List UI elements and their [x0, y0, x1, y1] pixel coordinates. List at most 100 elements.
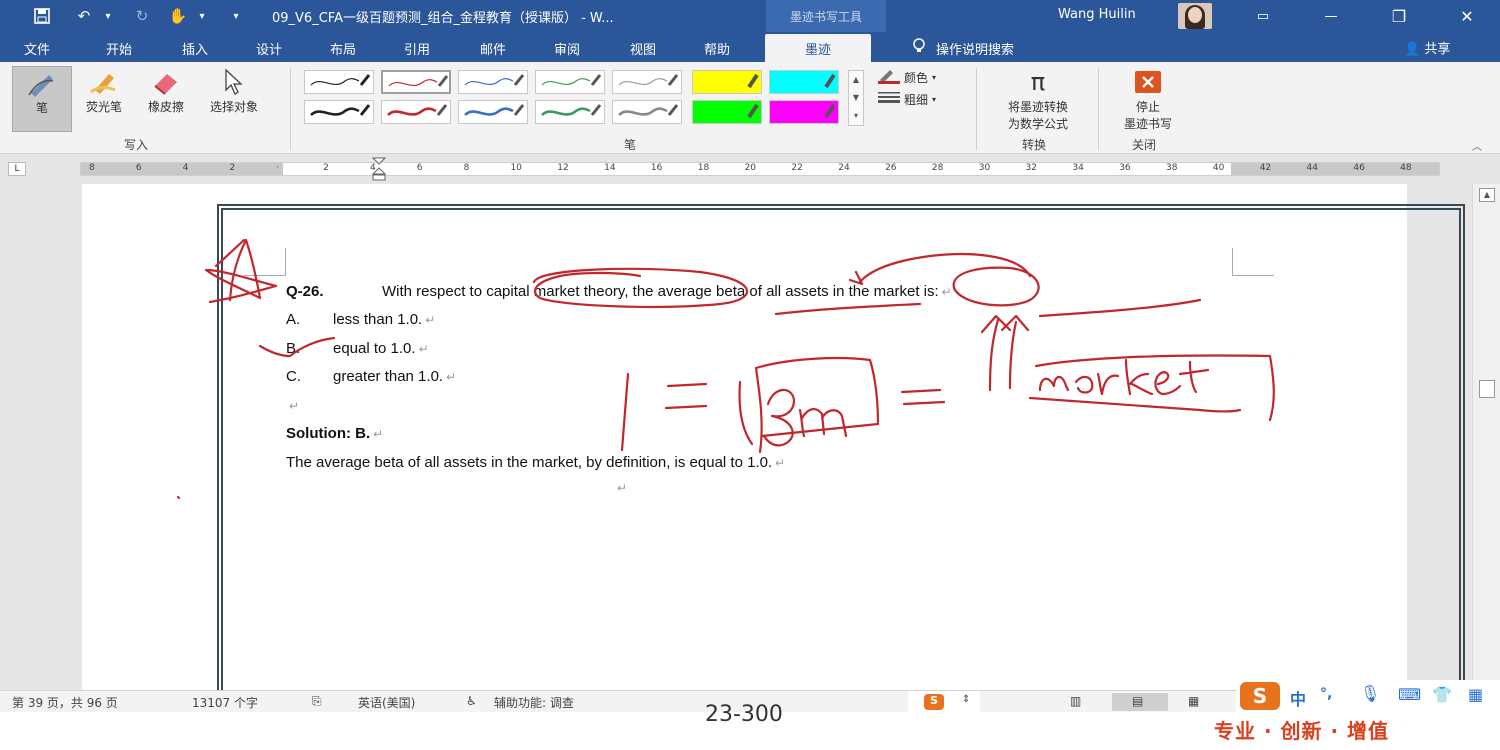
select-objects-button[interactable]: 选择对象: [198, 66, 270, 115]
tab-home[interactable]: 开始: [106, 37, 132, 59]
solution-text-line: The average beta of all assets in the ma…: [286, 454, 785, 471]
highlighter-swatch-yellow[interactable]: [692, 70, 762, 94]
ruler-number: 6: [135, 163, 142, 173]
ink-thickness-button[interactable]: 粗细 ▾: [878, 91, 936, 108]
web-layout-icon[interactable]: ▦: [1188, 694, 1199, 708]
undo-icon[interactable]: ↶: [70, 5, 98, 27]
ruler-number: 14: [604, 163, 616, 173]
highlighter-label: 荧光笔: [85, 100, 122, 114]
ruler-track[interactable]: 8 6 4 2 · 2 4 6 8 10 12 14 16 18 20 22 24 26 28 30 32 34 36 38 4…: [80, 162, 1440, 176]
ink-color-button[interactable]: 颜色 ▾: [878, 68, 936, 87]
language-indicator[interactable]: 英语(美国): [358, 694, 415, 711]
read-mode-icon[interactable]: ▥: [1070, 694, 1081, 708]
empty-paragraph: ↵: [614, 479, 627, 496]
tab-help[interactable]: 帮助: [704, 37, 730, 59]
restore-button[interactable]: ❐: [1382, 4, 1416, 28]
stop-inking-button[interactable]: 停止 墨迹书写: [1108, 66, 1188, 132]
touch-dropdown-icon[interactable]: ▾: [194, 5, 210, 27]
ruler-number: 22: [791, 163, 803, 173]
print-layout-button[interactable]: ▤: [1112, 693, 1168, 711]
undo-dropdown-icon[interactable]: ▾: [100, 5, 116, 27]
ruler-number: 10: [510, 163, 522, 173]
dropdown-icon[interactable]: ⇕: [962, 694, 970, 705]
customize-toolbar-icon[interactable]: ▾: [226, 5, 246, 27]
paragraph-mark: ↵: [373, 427, 384, 441]
tell-me-search[interactable]: 操作说明搜索: [912, 38, 1014, 58]
microphone-icon[interactable]: 🎙: [1360, 684, 1380, 703]
paragraph-mark: ↵: [775, 456, 786, 470]
ink-color-label: 颜色: [904, 71, 929, 85]
pen-swatch-blue-thick[interactable]: [458, 100, 528, 124]
highlighter-swatch-green[interactable]: [692, 100, 762, 124]
pi-icon: π: [1030, 68, 1046, 96]
tab-review[interactable]: 审阅: [554, 37, 580, 59]
empty-paragraph: ↵: [286, 397, 299, 414]
ruler-number: 18: [697, 163, 710, 173]
user-name[interactable]: Wang Huilin: [1058, 7, 1136, 22]
pen-swatch-black-thin[interactable]: [304, 70, 374, 94]
chinese-mode-toggle[interactable]: 中: [1290, 686, 1306, 710]
highlighter-swatch-cyan[interactable]: [769, 70, 839, 94]
pen-tool-button[interactable]: 笔: [12, 66, 72, 132]
toolbox-grid-icon[interactable]: ▦: [1468, 685, 1483, 704]
word-count[interactable]: 13107 个字: [192, 694, 258, 711]
eraser-button[interactable]: 橡皮擦: [136, 66, 196, 115]
page-border: [217, 204, 1465, 690]
tab-selector[interactable]: L: [8, 162, 26, 176]
minimize-button[interactable]: —: [1314, 4, 1348, 28]
tab-insert[interactable]: 插入: [182, 37, 208, 59]
pen-gallery-scroll[interactable]: ▲ ▼ ▾: [848, 70, 864, 126]
keyboard-icon[interactable]: ⌨: [1398, 685, 1421, 704]
person-icon: 👤: [1404, 42, 1421, 57]
lightbulb-icon: [912, 38, 926, 58]
share-button[interactable]: 👤 共享: [1404, 38, 1450, 57]
highlighter-button[interactable]: 荧光笔: [76, 66, 132, 115]
punctuation-toggle[interactable]: °,: [1320, 686, 1332, 702]
ruler-number: 20: [744, 163, 757, 173]
stop-x-icon: [1130, 66, 1166, 98]
write-group-label: 写入: [124, 138, 149, 152]
accessibility-status[interactable]: 辅助功能: 调查: [494, 694, 574, 711]
page-count[interactable]: 第 39 页，共 96 页: [12, 694, 118, 711]
scroll-thumb[interactable]: [1479, 380, 1495, 398]
tab-mailings[interactable]: 邮件: [480, 37, 506, 59]
option-c-text: greater than 1.0.: [333, 368, 444, 385]
tab-view[interactable]: 视图: [630, 37, 656, 59]
question-text: With respect to capital market theory, t…: [382, 283, 939, 300]
pen-swatch-red-thin[interactable]: [381, 70, 451, 94]
tab-ink[interactable]: 墨迹: [765, 34, 872, 62]
tab-file[interactable]: 文件: [24, 37, 50, 59]
highlighter-swatch-magenta[interactable]: [769, 100, 839, 124]
pen-swatch-blue-thin[interactable]: [458, 70, 528, 94]
pen-swatch-green-thin[interactable]: [535, 70, 605, 94]
ink-to-math-button[interactable]: π 将墨迹转换 为数学公式: [990, 66, 1086, 132]
tab-design[interactable]: 设计: [256, 37, 282, 59]
ruler-numbers: 8 6 4 2 · 2 4 6 8 10 12 14 16 18 20 22 24 26 28 30 32 34 36 38 4…: [81, 163, 1439, 175]
pen-swatch-green-thick[interactable]: [535, 100, 605, 124]
pen-swatch-gray-thick[interactable]: [612, 100, 682, 124]
tab-layout[interactable]: 布局: [330, 37, 356, 59]
indent-marker[interactable]: [371, 157, 387, 181]
ruler-number: 4: [182, 163, 189, 173]
chevron-down-icon: ▾: [932, 73, 937, 82]
proofing-icon[interactable]: ⎘: [312, 694, 322, 709]
pen-swatch-black-thick[interactable]: [304, 100, 374, 124]
tab-references[interactable]: 引用: [404, 37, 430, 59]
save-icon[interactable]: [28, 5, 56, 27]
sogou-s-icon[interactable]: S: [924, 694, 944, 710]
pen-swatch-gray-thin[interactable]: [612, 70, 682, 94]
ruler-number: 36: [1119, 163, 1131, 173]
redo-icon[interactable]: ↻: [128, 5, 156, 27]
pen-swatch-red-thick[interactable]: [381, 100, 451, 124]
option-b-line: equal to 1.0. ↵: [333, 340, 429, 357]
touch-mode-icon[interactable]: ✋: [164, 5, 192, 27]
scroll-up-icon[interactable]: ▲: [1479, 188, 1495, 202]
avatar[interactable]: [1178, 3, 1212, 29]
ruler-number: 8: [463, 163, 470, 173]
skin-shirt-icon[interactable]: 👕: [1432, 685, 1452, 704]
ribbon-display-options-icon[interactable]: ▭: [1246, 4, 1280, 28]
sogou-logo-icon[interactable]: S: [1240, 682, 1280, 710]
close-button[interactable]: ✕: [1450, 4, 1484, 28]
vertical-scrollbar[interactable]: ▲: [1472, 184, 1500, 690]
collapse-ribbon-icon[interactable]: ︿: [1472, 138, 1482, 153]
